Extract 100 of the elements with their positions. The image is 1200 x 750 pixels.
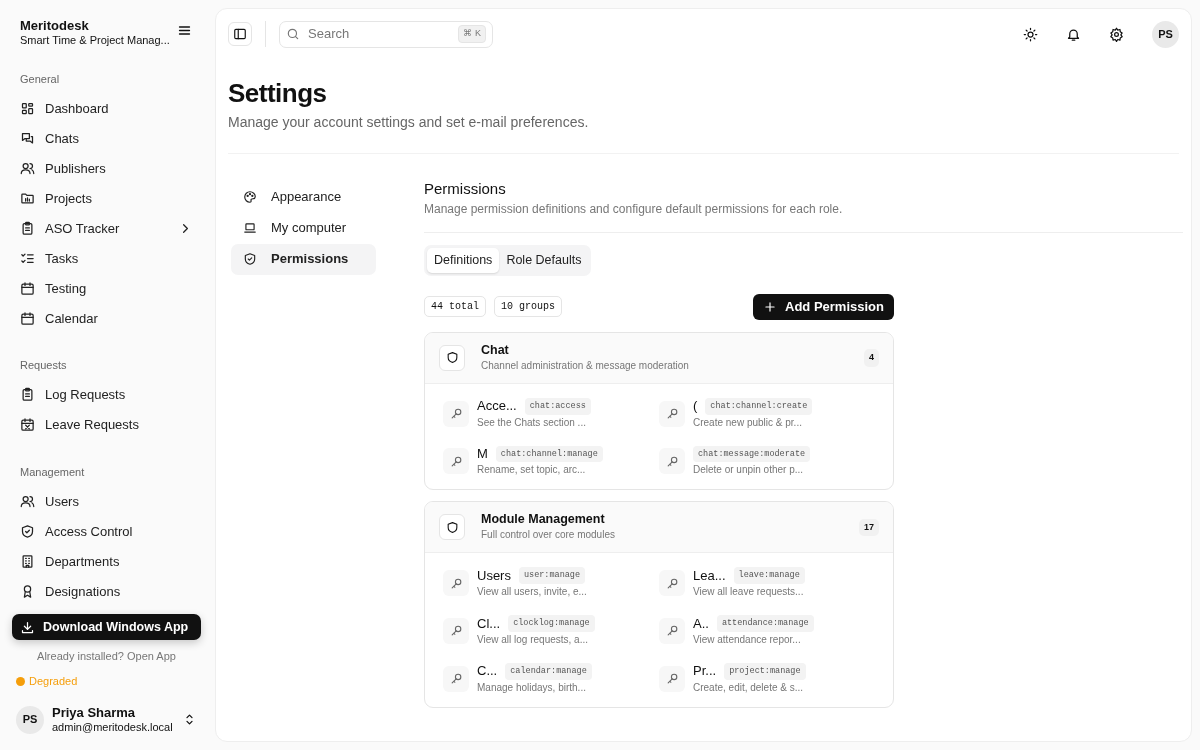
calendar-icon [20, 310, 35, 326]
key-icon [449, 454, 463, 468]
search-field[interactable]: Search ⌘ K [279, 20, 493, 48]
clipboard-icon [20, 220, 35, 236]
tab[interactable]: Definitions [427, 248, 500, 273]
bell-icon [1066, 26, 1081, 42]
app-name: Meritodesk [20, 18, 90, 34]
group-title: Module Management [481, 512, 606, 528]
permission-description: Create new public & pr... [693, 415, 803, 430]
install-note: Already installed? Open App [36, 649, 177, 665]
key-icon [665, 576, 679, 590]
user-name: Priya Sharma [52, 705, 137, 721]
permission-code: attendance:manage [716, 615, 814, 632]
shield-icon [445, 351, 459, 365]
settings-nav-item[interactable]: Permissions [231, 243, 376, 275]
folder-icon [20, 190, 35, 206]
group-description: Full control over core modules [481, 528, 616, 543]
users-icon [20, 160, 35, 176]
key-icon [449, 672, 463, 686]
permission-description: View all users, invite, e... [477, 585, 587, 600]
building-icon [20, 553, 35, 569]
download-button[interactable]: Download Windows App [12, 614, 201, 641]
permission-name: M [477, 446, 488, 462]
app-subtitle: Smart Time & Project Manag... [20, 33, 170, 47]
sidebar-item[interactable]: Dashboard [12, 93, 201, 124]
key-icon [665, 454, 679, 468]
permission-name: Pr... [693, 663, 717, 679]
user-avatar: PS [16, 705, 44, 734]
group-header[interactable]: Chat Channel administration & message moderation 4 [425, 332, 893, 384]
sidebar-item[interactable]: Calendar [12, 303, 201, 334]
settings-nav-item[interactable]: My computer [231, 212, 376, 244]
section-heading: Requests [20, 358, 68, 374]
permission-code: chat:channel:create [705, 397, 813, 415]
sidebar-item[interactable]: Access Control [12, 516, 201, 547]
group-title: Chat [481, 342, 510, 358]
sidebar-item[interactable]: Chats [12, 123, 201, 154]
key-icon [449, 624, 463, 638]
sidebar-item[interactable]: Designations [12, 576, 201, 607]
sidebar-item[interactable]: Departments [12, 546, 201, 577]
count-badge: 17 [859, 518, 879, 537]
count-badge: 4 [864, 349, 879, 367]
settings-nav-item[interactable]: Appearance [231, 181, 376, 213]
sidebar-item[interactable]: ASO Tracker [12, 213, 201, 244]
settings-button[interactable] [1109, 26, 1124, 42]
laptop-icon [243, 221, 257, 236]
permission-description: Rename, set topic, arc... [477, 463, 587, 478]
permission-code: calendar:manage [505, 662, 592, 680]
calendar-icon [20, 280, 35, 296]
sidebar-item[interactable]: Projects [12, 183, 201, 214]
permission-description: See the Chats section ... [477, 415, 587, 430]
key-icon [665, 624, 679, 638]
sidebar-item[interactable]: Testing [12, 273, 201, 304]
users-icon [20, 493, 35, 509]
page-subtitle: Manage your account settings and set e-mail preferences. [228, 112, 590, 132]
sidebar-item[interactable]: Publishers [12, 153, 201, 184]
theme-button[interactable] [1023, 26, 1038, 42]
shield-icon [445, 520, 459, 534]
settings-icon [1109, 26, 1124, 42]
permission-code: leave:manage [733, 567, 805, 585]
permission-name: Acce... [477, 398, 517, 414]
section-heading: General [20, 71, 61, 87]
page-title: Settings [228, 79, 328, 108]
permission-name: Lea... [693, 567, 726, 584]
group-header[interactable]: Module Management Full control over core modules 17 [425, 502, 893, 554]
permission-description: Delete or unpin other p... [693, 463, 805, 478]
permission-name: C... [477, 663, 498, 679]
tab[interactable]: Role Defaults [499, 248, 589, 273]
permission-description: Create, edit, delete & s... [693, 680, 805, 695]
sidebar-item[interactable]: Log Requests [12, 379, 201, 410]
add-permission-button[interactable]: Add Permission [753, 293, 894, 320]
user-email: admin@meritodesk.local [52, 720, 174, 735]
chat-icon [20, 130, 35, 146]
palette-icon [243, 190, 257, 205]
key-icon [449, 407, 463, 421]
permission-name: Users [477, 567, 511, 584]
sidebar-item[interactable]: Users [12, 486, 201, 517]
calendar-x-icon [20, 417, 35, 433]
permission-code: clocklog:manage [508, 615, 595, 632]
search-icon [286, 27, 300, 41]
sidebar-item[interactable]: Leave Requests [12, 409, 201, 440]
sidebar-toggle[interactable] [228, 22, 252, 46]
key-icon [449, 576, 463, 590]
permission-description: View all leave requests... [693, 585, 805, 600]
key-icon [665, 407, 679, 421]
dashboard-icon [20, 100, 35, 116]
count-chip: 44 total [424, 296, 486, 318]
user-avatar[interactable]: PS [1152, 20, 1179, 48]
permission-code: chat:channel:manage [495, 445, 603, 463]
sidebar-item[interactable]: Tasks [12, 243, 201, 274]
section-title: Permissions [424, 178, 507, 199]
permission-name: Cl... [477, 615, 501, 632]
sun-icon [1023, 26, 1038, 42]
permission-code: chat:message:moderate [693, 445, 811, 463]
shortcut-key: ⌘ K [458, 25, 486, 43]
count-chip: 10 groups [494, 296, 563, 318]
section-subtitle: Manage permission definitions and configure default permissions for each role. [424, 201, 844, 219]
notifications-button[interactable] [1066, 26, 1081, 42]
permission-name: ( [693, 398, 698, 414]
clipboard-icon [20, 387, 35, 403]
group-description: Channel administration & message moderation [481, 358, 690, 373]
